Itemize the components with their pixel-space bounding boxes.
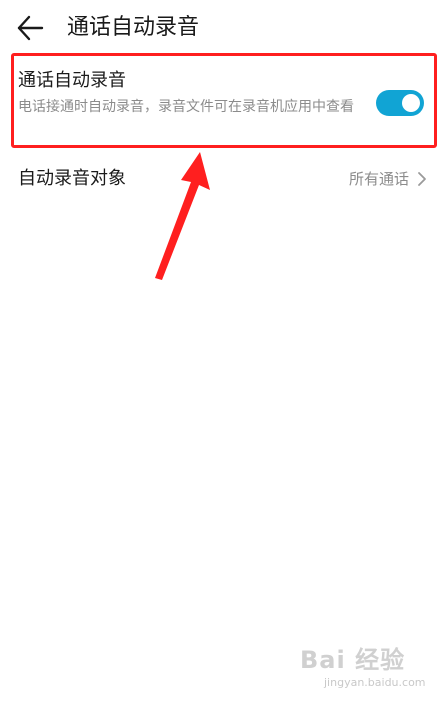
baidu-jingyan-watermark: Bai 经验 jingyan.baidu.com xyxy=(300,640,440,696)
record-target-value: 所有通话 xyxy=(348,170,409,188)
auto-record-setting-row: 通话自动录音 电话接通时自动录音，录音文件可在录音机应用中查看 xyxy=(0,58,445,153)
auto-record-description: 电话接通时自动录音，录音文件可在录音机应用中查看 xyxy=(18,99,354,115)
record-target-row[interactable]: 自动录音对象 所有通话 xyxy=(0,158,445,200)
watermark-logo: Bai 经验 xyxy=(300,646,406,674)
auto-record-title: 通话自动录音 xyxy=(18,70,126,91)
watermark-url: jingyan.baidu.com xyxy=(324,676,426,689)
page-title: 通话自动录音 xyxy=(67,15,200,40)
record-target-label: 自动录音对象 xyxy=(18,168,126,189)
toggle-knob xyxy=(402,94,420,112)
app-header: 通话自动录音 xyxy=(0,0,445,56)
arrow-left-icon xyxy=(17,15,44,41)
chevron-right-icon xyxy=(418,172,426,186)
auto-record-toggle[interactable] xyxy=(376,90,424,116)
back-button[interactable] xyxy=(14,12,46,44)
